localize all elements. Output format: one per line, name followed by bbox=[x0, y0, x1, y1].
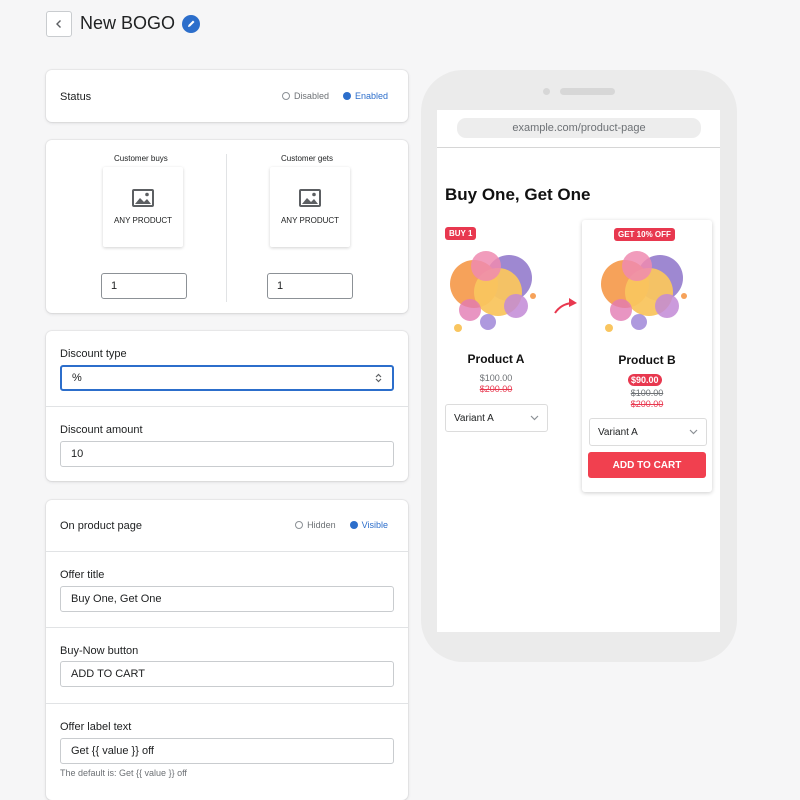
image-icon bbox=[132, 189, 154, 207]
discount-type-select[interactable]: % bbox=[60, 365, 394, 391]
status-label: Status bbox=[60, 91, 92, 103]
status-radio-group: Disabled Enabled bbox=[281, 91, 388, 101]
product-page-radio-group: Hidden Visible bbox=[295, 520, 388, 530]
discount-amount-label: Discount amount bbox=[60, 424, 143, 436]
product-b-variant-select[interactable]: Variant A bbox=[589, 418, 707, 446]
buy-now-button-input[interactable]: ADD TO CART bbox=[60, 661, 394, 687]
discount-card: Discount type % Discount amount 10 bbox=[46, 331, 408, 481]
customer-buys-qty-input[interactable]: 1 bbox=[101, 273, 187, 299]
discount-type-label: Discount type bbox=[60, 348, 127, 360]
add-to-cart-button[interactable]: ADD TO CART bbox=[588, 452, 706, 478]
buy-now-button-label: Buy-Now button bbox=[60, 645, 139, 657]
bogo-products-card: Customer buys ANY PRODUCT 1 Customer get… bbox=[46, 140, 408, 313]
image-icon bbox=[299, 189, 321, 207]
product-b-name: Product B bbox=[618, 353, 676, 367]
chevron-down-icon bbox=[530, 415, 539, 421]
offer-label-text-input[interactable]: Get {{ value }} off bbox=[60, 738, 394, 764]
preview-url-bar: example.com/product-page bbox=[457, 118, 701, 138]
product-a-compare-price: $200.00 bbox=[479, 384, 513, 394]
product-a-name: Product A bbox=[467, 352, 525, 366]
customer-gets-qty-input[interactable]: 1 bbox=[267, 273, 353, 299]
select-arrows-icon bbox=[375, 373, 382, 383]
customer-gets-caption: Customer gets bbox=[281, 154, 334, 163]
arrow-right-icon bbox=[554, 298, 577, 314]
discount-amount-input[interactable]: 10 bbox=[60, 441, 394, 467]
buy-badge: BUY 1 bbox=[445, 227, 477, 240]
back-button[interactable] bbox=[46, 11, 72, 37]
visible-radio[interactable]: Visible bbox=[349, 520, 388, 530]
phone-speaker bbox=[560, 88, 615, 95]
product-b-compare-price-2: $200.00 bbox=[630, 399, 664, 409]
customer-gets-product-picker[interactable]: ANY PRODUCT bbox=[270, 167, 350, 247]
preview-offer-title: Buy One, Get One bbox=[445, 185, 591, 204]
chevron-down-icon bbox=[689, 429, 698, 435]
customer-buys-caption: Customer buys bbox=[114, 154, 168, 163]
discount-badge: GET 10% OFF bbox=[614, 228, 675, 241]
product-page-label: On product page bbox=[60, 520, 142, 532]
chevron-left-icon bbox=[56, 20, 61, 28]
product-a-price: $100.00 bbox=[479, 373, 513, 383]
status-enabled-radio[interactable]: Enabled bbox=[342, 91, 388, 101]
offer-title-input[interactable]: Buy One, Get One bbox=[60, 586, 394, 612]
product-b-image bbox=[601, 251, 687, 332]
product-page-card: On product page Hidden Visible Offer tit… bbox=[46, 500, 408, 800]
status-disabled-radio[interactable]: Disabled bbox=[281, 91, 329, 101]
offer-title-label: Offer title bbox=[60, 569, 105, 581]
edit-pencil-icon[interactable] bbox=[182, 15, 200, 33]
customer-buys-product-picker[interactable]: ANY PRODUCT bbox=[103, 167, 183, 247]
offer-label-help-text: The default is: Get {{ value }} off bbox=[60, 768, 187, 778]
product-b-sale-price: $90.00 bbox=[628, 374, 662, 386]
offer-label-text-label: Offer label text bbox=[60, 721, 132, 733]
product-a-variant-select[interactable]: Variant A bbox=[445, 404, 548, 432]
status-card: Status Disabled Enabled bbox=[46, 70, 408, 122]
customer-buys-product-text: ANY PRODUCT bbox=[113, 216, 173, 225]
customer-gets-product-text: ANY PRODUCT bbox=[280, 216, 340, 225]
product-a-image bbox=[450, 251, 536, 332]
divider bbox=[226, 154, 227, 302]
product-b-compare-price-1: $100.00 bbox=[630, 388, 664, 398]
hidden-radio[interactable]: Hidden bbox=[295, 520, 336, 530]
page-title: New BOGO bbox=[80, 13, 176, 33]
phone-camera bbox=[543, 88, 550, 95]
url-divider bbox=[437, 147, 720, 148]
